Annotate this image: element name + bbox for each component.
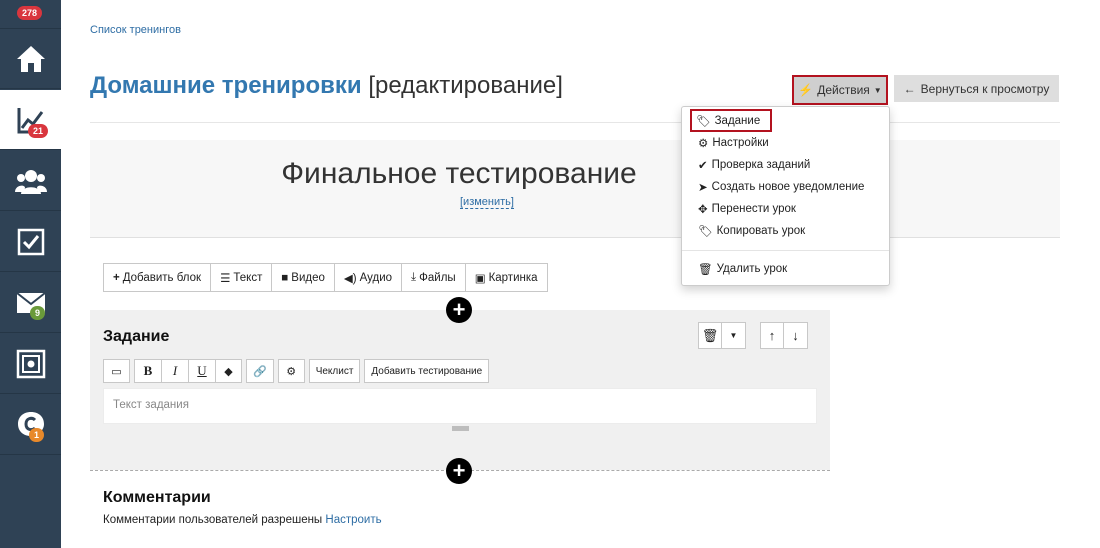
sidebar-item-support[interactable]: 1 [0, 395, 61, 455]
download-icon: ⤓ [411, 271, 417, 283]
format-group: B I U ◆ [134, 359, 242, 383]
tag-icon: 🏷 [696, 115, 711, 128]
actions-dropdown-menu: 🏷 Задание ⚙ Настройки ✔ Проверка заданий ➤ С… [681, 106, 890, 286]
insert-block-plus-icon[interactable]: + [446, 458, 472, 484]
tags-icon: 🏷 [698, 226, 713, 238]
sidebar-item-tasks[interactable] [0, 212, 61, 272]
sidebar-item-home[interactable] [0, 29, 61, 89]
add-text-button[interactable]: ☰ Текст [211, 264, 273, 291]
underline-button[interactable]: U [188, 359, 215, 383]
check-icon: ✔ [698, 160, 708, 172]
back-to-view-button[interactable]: ← Вернуться к просмотру [894, 75, 1059, 102]
menu-item-delete-lesson[interactable]: 🗑 Удалить урок [692, 259, 787, 279]
arrow-down-icon[interactable]: ↓ [784, 323, 807, 348]
resize-handle[interactable] [452, 426, 469, 431]
sidebar-item-users[interactable] [0, 151, 61, 211]
block-toolbar: + Добавить блок ☰ Текст ■ Видео ◀) Аудио ⤓ Фа… [103, 263, 548, 292]
task-block-delete-group: 🗑 ▼ [698, 322, 746, 349]
send-icon: ➤ [698, 182, 708, 194]
menu-item-copy-lesson[interactable]: 🏷 Копировать урок [692, 221, 805, 241]
picture-icon: ▣ [474, 272, 486, 285]
lesson-edit-link[interactable]: [изменить] [460, 196, 514, 209]
menu-divider [682, 250, 889, 251]
divider [90, 122, 1060, 123]
task-block-title: Задание [103, 328, 170, 345]
page-title-mode: [редактирование] [368, 72, 563, 99]
page-title: Домашние тренировки [редактирование] [90, 72, 563, 100]
checkbox-icon [17, 228, 44, 255]
gear-icon: ⚙ [698, 138, 709, 150]
add-video-button[interactable]: ■ Видео [272, 264, 335, 291]
align-left-icon: ☰ [220, 272, 231, 285]
breadcrumb-trainings-list[interactable]: Список тренингов [90, 24, 181, 36]
link-icon[interactable]: 🔗 [246, 359, 274, 383]
task-block: Задание 🗑 ▼ ↑ ↓ ▭ B I U ◆ 🔗 ⚙ Чеклист До… [90, 310, 830, 470]
add-block-button[interactable]: + Добавить блок [104, 264, 212, 291]
comments-text: Комментарии пользователей разрешены [103, 514, 323, 526]
add-image-button[interactable]: ▣ Картинка [466, 264, 547, 291]
main-content: Список тренингов Домашние тренировки [ре… [61, 0, 1100, 548]
mail-badge: 9 [30, 306, 46, 320]
sidebar-top: 278 [0, 0, 61, 29]
italic-button[interactable]: I [161, 359, 188, 383]
support-badge: 1 [29, 428, 45, 442]
menu-item-check-tasks[interactable]: ✔ Проверка заданий [692, 155, 810, 175]
sidebar-item-trainings[interactable]: 21 [0, 90, 61, 150]
users-icon [14, 169, 47, 194]
plus-icon: + [113, 271, 120, 284]
home-icon [16, 45, 45, 72]
arrow-left-icon: ← [903, 81, 916, 96]
sidebar: 278 21 9 1 [0, 0, 61, 548]
bolt-icon: ⚡ [798, 83, 814, 97]
editor-toolbar: ▭ B I U ◆ 🔗 ⚙ Чеклист Добавить тестирова… [103, 359, 490, 383]
add-audio-button[interactable]: ◀) Аудио [335, 264, 403, 291]
caret-down-icon[interactable]: ▼ [722, 323, 745, 348]
video-camera-icon: ■ [281, 271, 289, 284]
save-icon[interactable]: ▭ [103, 359, 130, 383]
trash-icon: 🗑 [698, 264, 713, 276]
menu-item-settings[interactable]: ⚙ Настройки [692, 133, 769, 153]
menu-item-task[interactable]: 🏷 Задание [690, 109, 772, 132]
add-files-button[interactable]: ⤓ Файлы [402, 264, 466, 291]
add-test-button[interactable]: Добавить тестирование [364, 359, 490, 383]
bold-button[interactable]: B [134, 359, 161, 383]
comments-info: Комментарии пользователей разрешены Наст… [103, 514, 382, 526]
insert-block-plus-icon[interactable]: + [446, 297, 472, 323]
comments-title: Комментарии [103, 489, 211, 506]
trainings-badge: 21 [28, 124, 49, 138]
checklist-button[interactable]: Чеклист [308, 359, 361, 383]
menu-item-new-notification[interactable]: ➤ Создать новое уведомление [692, 177, 864, 197]
gear-icon[interactable]: ⚙ [277, 359, 305, 383]
task-block-move-group: ↑ ↓ [760, 322, 808, 349]
trash-icon[interactable]: 🗑 [699, 323, 722, 348]
back-button-label: Вернуться к просмотру [920, 81, 1050, 96]
volume-icon: ◀) [343, 272, 357, 285]
task-text-input[interactable]: Текст задания [103, 388, 817, 424]
eraser-icon[interactable]: ◆ [215, 359, 242, 383]
sidebar-item-safe[interactable] [0, 334, 61, 394]
lesson-header: Финальное тестирование [изменить] [90, 140, 1060, 238]
move-icon: ✥ [698, 204, 708, 216]
menu-item-move-lesson[interactable]: ✥ Перенести урок [692, 199, 796, 219]
safe-icon [16, 349, 45, 378]
arrow-up-icon[interactable]: ↑ [761, 323, 784, 348]
comments-settings-link[interactable]: Настроить [325, 514, 381, 526]
actions-button-label: Действия [817, 83, 870, 97]
page-title-course: Домашние тренировки [90, 72, 362, 99]
notifications-badge[interactable]: 278 [17, 6, 43, 20]
sidebar-item-mail[interactable]: 9 [0, 273, 61, 333]
caret-down-icon: ▼ [873, 85, 882, 95]
actions-button[interactable]: ⚡ Действия ▼ [792, 75, 888, 105]
